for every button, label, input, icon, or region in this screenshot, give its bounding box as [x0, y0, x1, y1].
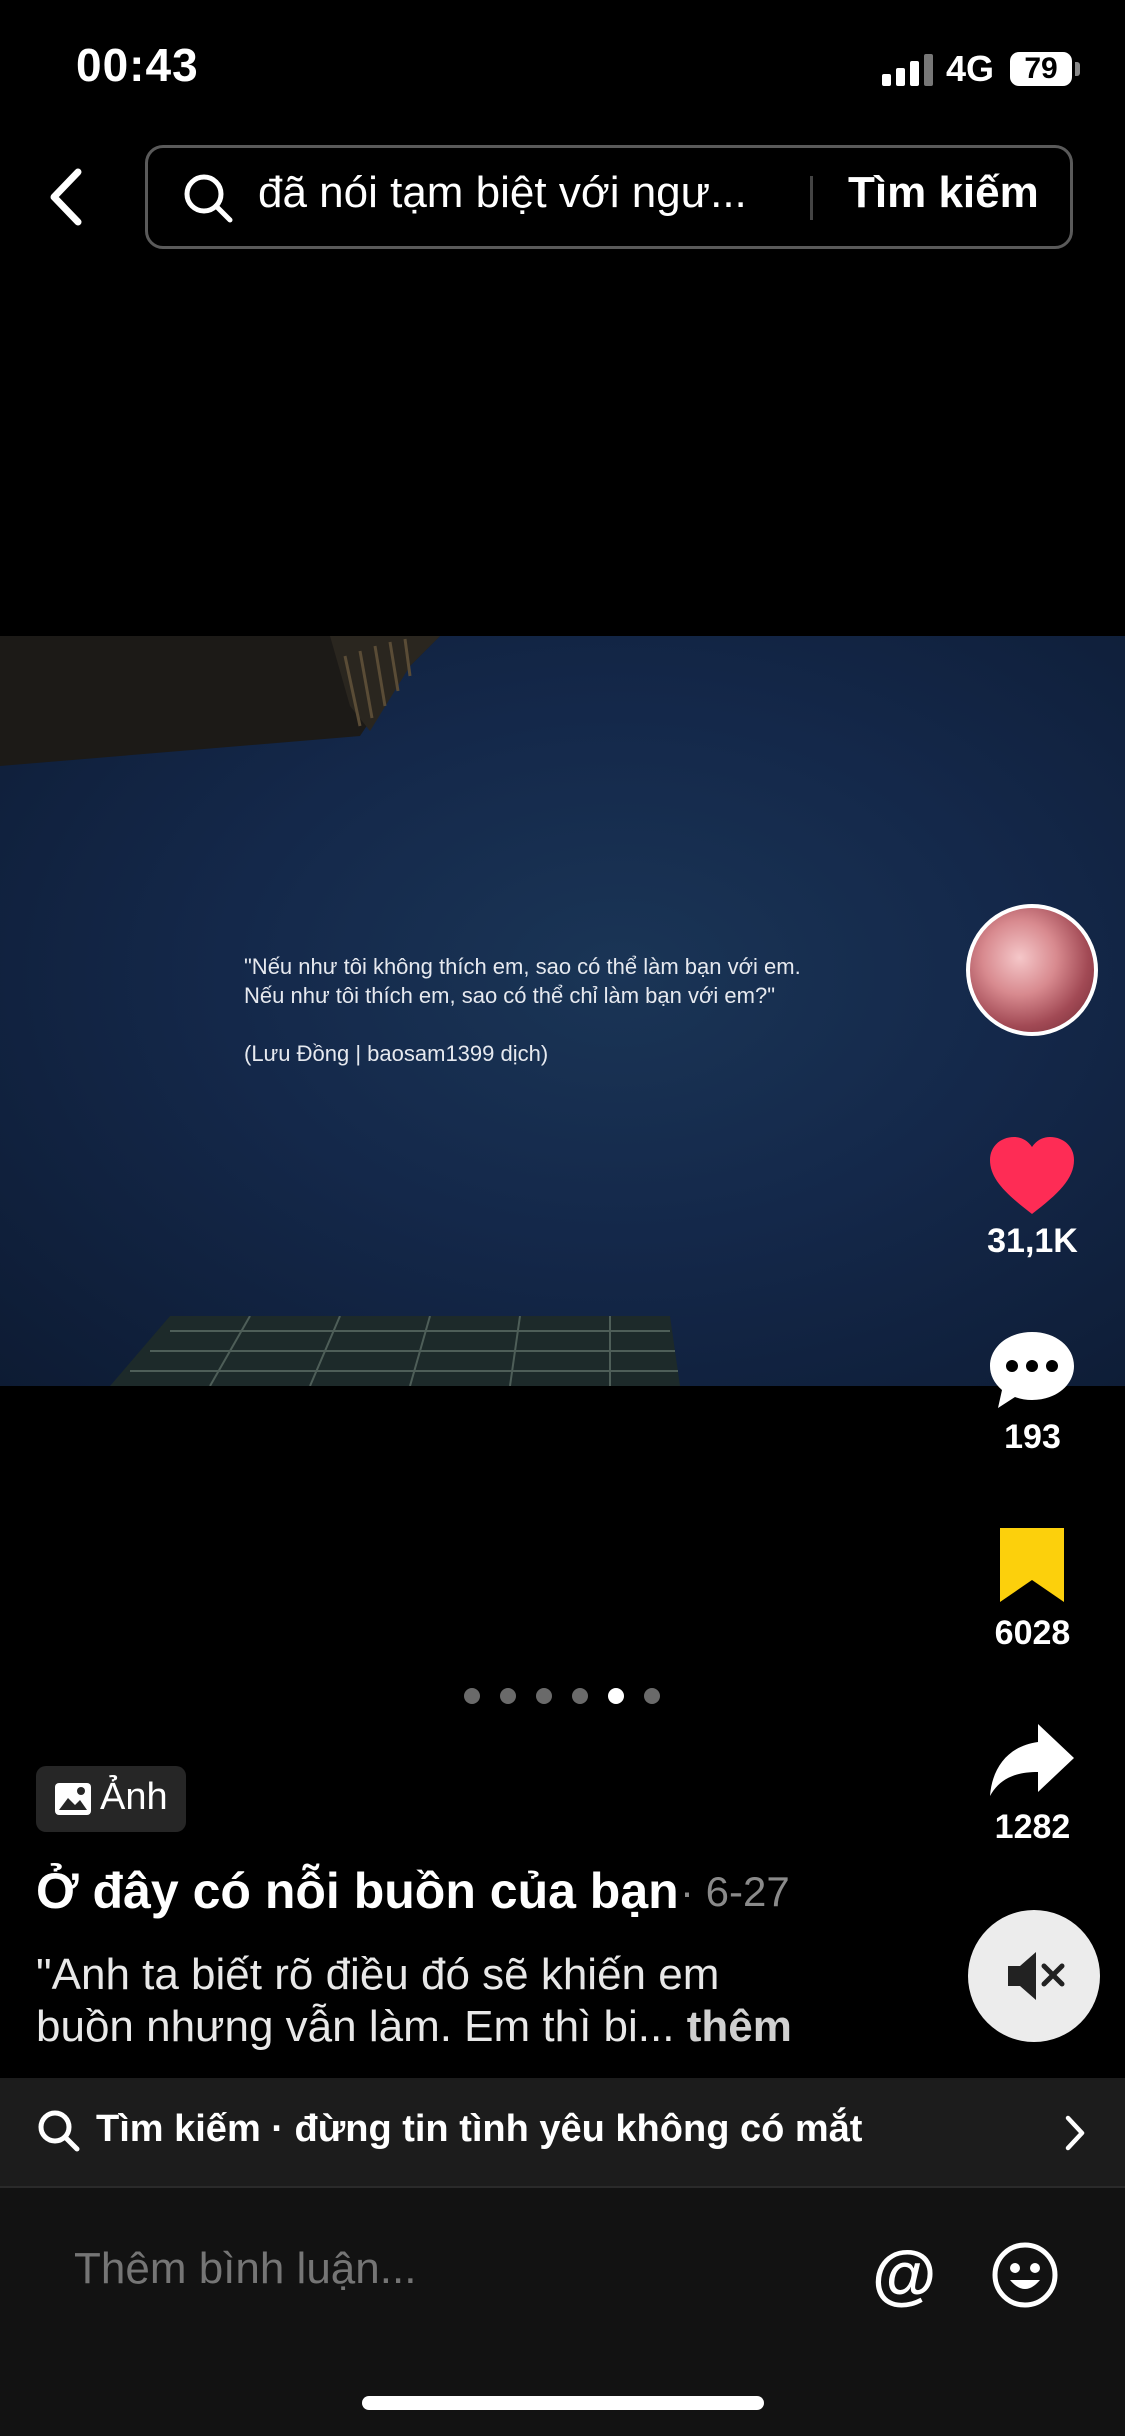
share-count: 1282: [994, 1808, 1071, 1846]
post-description-line-2: buồn nhưng vẫn làm. Em thì bi... thêm: [36, 2002, 792, 2052]
post-description-line-1: "Anh ta biết rõ điều đó sẽ khiến em: [36, 1950, 720, 1999]
battery-icon: 79: [1010, 52, 1072, 86]
author-avatar[interactable]: [966, 904, 1098, 1036]
at-icon[interactable]: @: [872, 2236, 936, 2312]
comment-input[interactable]: [74, 2244, 774, 2294]
chat-bubble-icon[interactable]: [986, 1328, 1078, 1412]
search-icon: [38, 2110, 80, 2152]
battery-nub: [1075, 62, 1080, 76]
photo-icon: [55, 1783, 91, 1815]
carousel-dot[interactable]: [464, 1688, 480, 1704]
smiley-icon[interactable]: [990, 2240, 1060, 2310]
post-title: Ở đây có nỗi buồn của bạn: [36, 1863, 679, 1919]
post-photo[interactable]: "Nếu như tôi không thích em, sao có thể …: [0, 636, 1125, 1386]
carousel-dot[interactable]: [644, 1688, 660, 1704]
see-more-link[interactable]: thêm: [687, 2002, 792, 2051]
quote-line-1: "Nếu như tôi không thích em, sao có thể …: [244, 954, 801, 979]
mute-button[interactable]: [968, 1910, 1100, 2042]
home-indicator: [362, 2396, 764, 2410]
search-submit-button[interactable]: Tìm kiếm: [848, 168, 1039, 218]
building-top-image: [0, 636, 440, 766]
suggested-search-text[interactable]: Tìm kiếm · đừng tin tình yêu không có mắ…: [96, 2108, 862, 2151]
quote-attribution: (Lưu Đồng | baosam1399 dịch): [244, 1041, 549, 1066]
save-count: 6028: [994, 1614, 1071, 1652]
description-text: buồn nhưng vẫn làm. Em thì bi...: [36, 2002, 675, 2051]
carousel-dot[interactable]: [572, 1688, 588, 1704]
quote-line-2: Nếu như tôi thích em, sao có thể chỉ làm…: [244, 983, 775, 1008]
building-bottom-image: [110, 1316, 680, 1386]
carousel-dot[interactable]: [500, 1688, 516, 1704]
search-divider: [810, 176, 813, 220]
photo-type-label: Ảnh: [100, 1776, 168, 1818]
network-type: 4G: [946, 48, 995, 89]
back-button[interactable]: [38, 160, 98, 234]
carousel-dot[interactable]: [536, 1688, 552, 1704]
heart-icon[interactable]: [986, 1134, 1078, 1218]
chevron-right-icon[interactable]: [1060, 2110, 1090, 2156]
status-time: 00:43: [76, 39, 199, 91]
like-count: 31,1K: [987, 1222, 1078, 1260]
search-icon: [184, 174, 233, 223]
speaker-muted-icon: [1008, 1952, 1065, 2000]
bookmark-icon[interactable]: [986, 1526, 1078, 1604]
signal-icon: [882, 52, 934, 86]
comment-count: 193: [1004, 1418, 1061, 1456]
post-date: · 6-27: [680, 1868, 790, 1915]
chevron-left-icon: [50, 168, 82, 226]
share-arrow-icon[interactable]: [986, 1720, 1078, 1800]
carousel-dot-active[interactable]: [608, 1688, 624, 1704]
search-query[interactable]: đã nói tạm biệt với ngư...: [258, 168, 778, 218]
